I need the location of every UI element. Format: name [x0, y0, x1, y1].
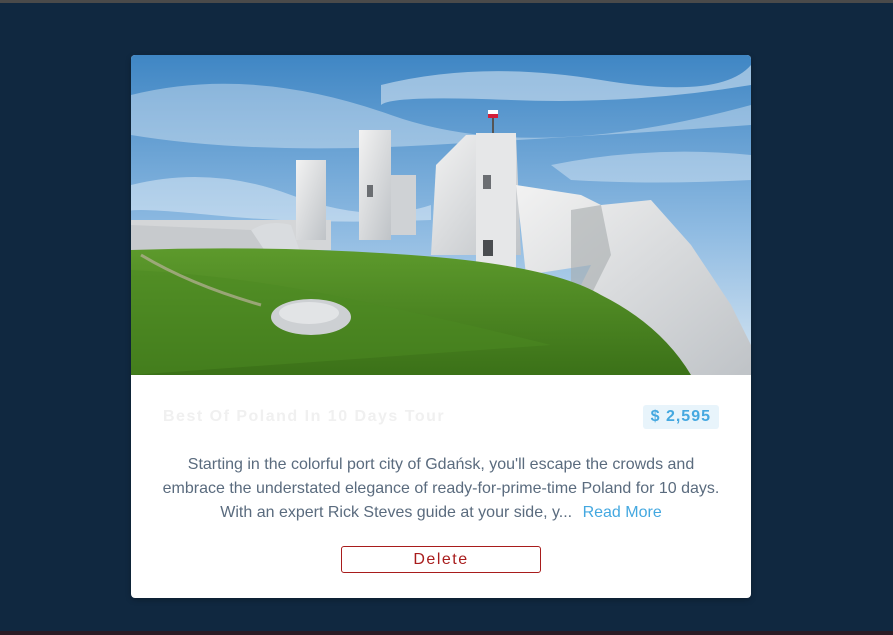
castle-photo: [131, 55, 751, 375]
read-more-link[interactable]: Read More: [583, 504, 662, 521]
delete-button[interactable]: Delete: [341, 546, 541, 573]
tour-image: [131, 55, 751, 375]
window-bottom-border: [0, 631, 893, 635]
tour-card: Best Of Poland In 10 Days Tour $ 2,595 S…: [131, 55, 751, 598]
tour-description: Starting in the colorful port city of Gd…: [161, 453, 721, 525]
tour-info: Best Of Poland In 10 Days Tour $ 2,595 S…: [131, 375, 751, 598]
price-badge: $ 2,595: [642, 405, 719, 429]
window-top-border: [0, 0, 893, 3]
tour-title: Best Of Poland In 10 Days Tour: [163, 408, 446, 425]
